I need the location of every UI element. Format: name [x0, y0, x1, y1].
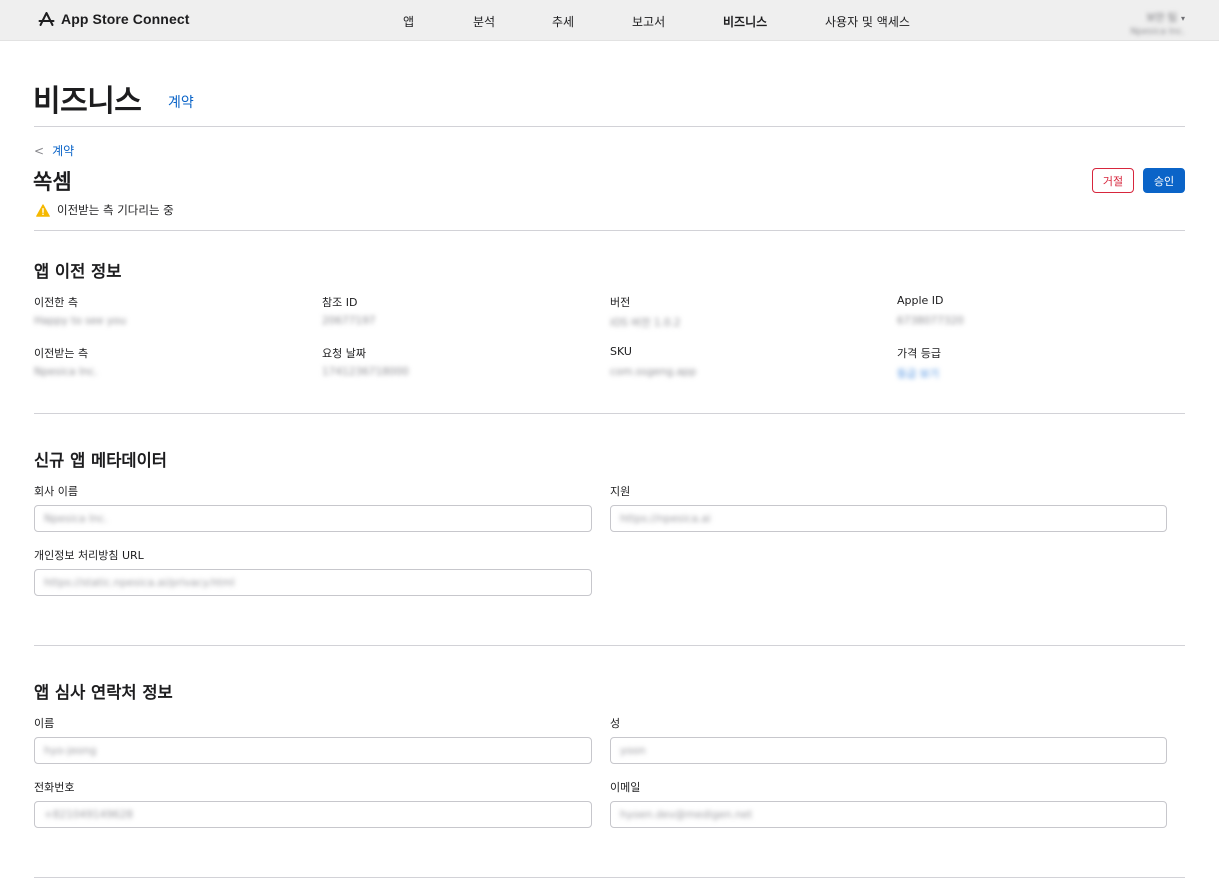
- divider: [34, 126, 1185, 127]
- last-name-value: yoon: [620, 744, 646, 757]
- brand-name: App Store Connect: [61, 11, 190, 27]
- account-organization: Npesica Inc.: [1130, 27, 1185, 37]
- chevron-left-icon: <: [34, 143, 45, 158]
- nav-item-users-access[interactable]: 사용자 및 액세스: [825, 13, 910, 30]
- reject-button[interactable]: 거절: [1092, 168, 1134, 193]
- first-name-label: 이름: [34, 717, 55, 730]
- request-date-label: 요청 날짜: [322, 347, 366, 360]
- account-name: 보안 팀: [1146, 13, 1177, 24]
- company-name-value: Npesica Inc.: [44, 512, 108, 525]
- sku-label: SKU: [610, 345, 632, 358]
- account-menu[interactable]: 보안 팀 ▾ Npesica Inc.: [1130, 6, 1185, 37]
- nav-item-reports[interactable]: 보고서: [632, 13, 665, 30]
- privacy-url-field[interactable]: https://static.npesica.ai/privacy.html: [34, 569, 592, 596]
- company-name-field[interactable]: Npesica Inc.: [34, 505, 592, 532]
- company-name-label: 회사 이름: [34, 485, 78, 498]
- top-navigation-bar: App Store Connect 앱 분석 추세 보고서 비즈니스 사용자 및…: [0, 0, 1219, 41]
- privacy-url-value: https://static.npesica.ai/privacy.html: [44, 576, 235, 589]
- last-name-label: 성: [610, 717, 621, 730]
- divider: [34, 230, 1185, 231]
- first-name-field[interactable]: hyo-jeong: [34, 737, 592, 764]
- support-url-value: https://npesica.ai: [620, 512, 711, 525]
- chevron-down-icon: ▾: [1180, 14, 1185, 23]
- reference-id-value: 20677197: [322, 315, 376, 327]
- phone-field[interactable]: +821049149628: [34, 801, 592, 828]
- transfer-status: 이전받는 측 기다리는 중: [36, 202, 174, 218]
- version-label: 버전: [610, 296, 631, 309]
- tab-agreements[interactable]: 계약: [168, 92, 194, 112]
- email-field[interactable]: hyoen.dev@medigen.net: [610, 801, 1167, 828]
- approve-button[interactable]: 승인: [1143, 168, 1185, 193]
- request-date-value: 1741236718000: [322, 366, 409, 378]
- brand-logo[interactable]: App Store Connect: [38, 11, 189, 27]
- reference-id-label: 참조 ID: [322, 296, 358, 309]
- phone-value: +821049149628: [44, 808, 133, 821]
- transferee-label: 이전받는 측: [34, 347, 89, 360]
- app-store-icon: [38, 12, 55, 26]
- transferee-value: Npesica Inc.: [34, 366, 98, 378]
- app-name: 쏙셈: [33, 170, 72, 194]
- apple-id-label: Apple ID: [897, 294, 944, 307]
- nav-item-trends[interactable]: 추세: [552, 13, 574, 30]
- page-title: 비즈니스: [33, 84, 142, 119]
- transferor-value: Happy to see you: [34, 315, 127, 327]
- back-link[interactable]: < 계약: [34, 142, 74, 159]
- section-title-app-metadata: 신규 앱 메타데이터: [34, 451, 167, 470]
- warning-icon: [36, 203, 50, 217]
- back-link-label: 계약: [52, 144, 75, 158]
- transferor-label: 이전한 측: [34, 296, 78, 309]
- price-tier-label: 가격 등급: [897, 347, 941, 360]
- version-value: iOS 버전 1.0.2: [610, 317, 681, 329]
- phone-label: 전화번호: [34, 781, 75, 794]
- divider: [34, 413, 1185, 414]
- apple-id-value: 6738077320: [897, 315, 964, 327]
- privacy-url-label: 개인정보 처리방침 URL: [34, 549, 144, 562]
- email-label: 이메일: [610, 781, 641, 794]
- nav-item-analytics[interactable]: 분석: [473, 13, 495, 30]
- last-name-field[interactable]: yoon: [610, 737, 1167, 764]
- first-name-value: hyo-jeong: [44, 744, 97, 757]
- price-tier-link[interactable]: 등급 보기: [897, 366, 939, 381]
- status-text: 이전받는 측 기다리는 중: [57, 203, 174, 217]
- sku-value: com.ssgeng.app: [610, 366, 697, 378]
- divider: [34, 645, 1185, 646]
- nav-item-business[interactable]: 비즈니스: [723, 13, 767, 30]
- support-url-label: 지원: [610, 485, 631, 498]
- nav-item-apps[interactable]: 앱: [403, 13, 414, 30]
- divider: [34, 877, 1185, 878]
- section-title-review-contact: 앱 심사 연락처 정보: [34, 683, 173, 702]
- email-value: hyoen.dev@medigen.net: [620, 808, 753, 821]
- section-title-transfer-info: 앱 이전 정보: [34, 262, 122, 281]
- support-url-field[interactable]: https://npesica.ai: [610, 505, 1167, 532]
